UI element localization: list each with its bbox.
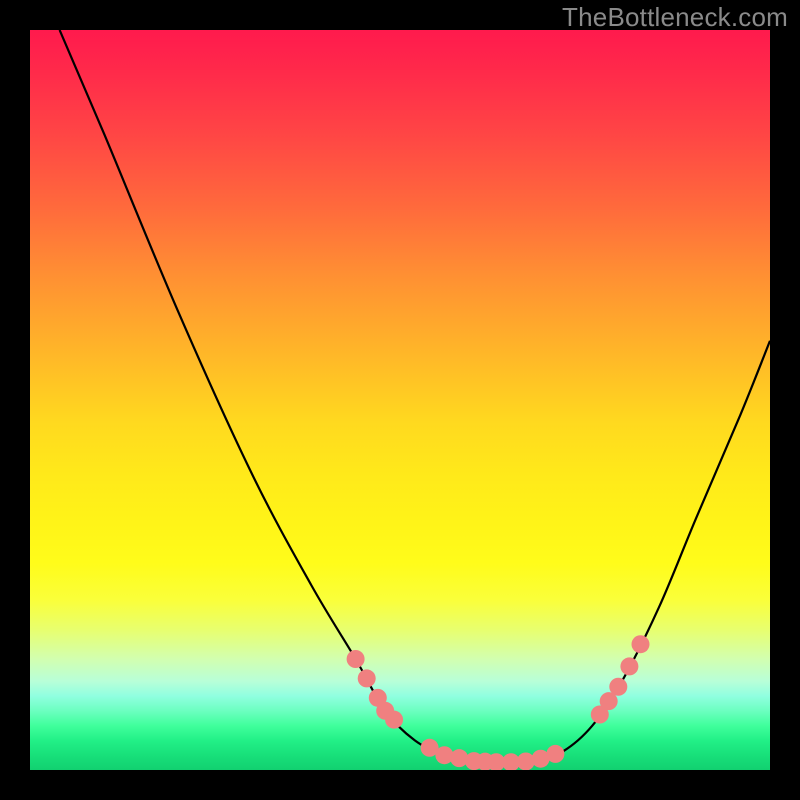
plot-area: [30, 30, 770, 770]
curve-marker: [632, 635, 650, 653]
curve-marker: [385, 711, 403, 729]
curve-marker: [546, 745, 564, 763]
curve-marker: [347, 650, 365, 668]
curve-marker: [358, 669, 376, 687]
bottleneck-curve: [60, 30, 770, 763]
curve-marker: [609, 678, 627, 696]
curve-marker: [450, 749, 468, 767]
curve-layer: [30, 30, 770, 770]
curve-marker: [620, 657, 638, 675]
curve-marker: [435, 746, 453, 764]
chart-container: TheBottleneck.com: [0, 0, 800, 800]
watermark-text: TheBottleneck.com: [562, 2, 788, 33]
